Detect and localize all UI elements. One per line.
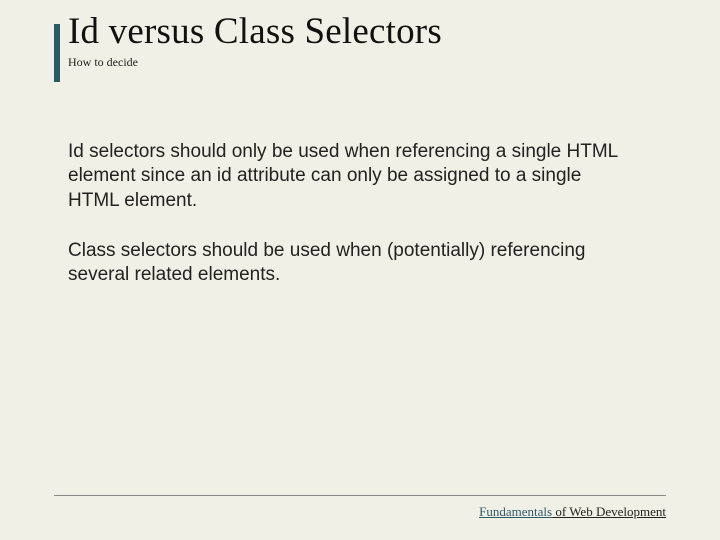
footer: Fundamentals of Web Development [479, 504, 666, 520]
paragraph-2: Class selectors should be used when (pot… [68, 239, 628, 288]
footer-rest: of Web Development [552, 504, 666, 519]
footer-brand: Fundamentals [479, 504, 552, 519]
slide-title: Id versus Class Selectors [68, 10, 442, 53]
slide: Id versus Class Selectors How to decide … [0, 0, 720, 540]
slide-subtitle: How to decide [68, 55, 442, 70]
header: Id versus Class Selectors How to decide [68, 10, 442, 70]
accent-bar [54, 24, 60, 82]
footer-divider [54, 495, 666, 496]
paragraph-1: Id selectors should only be used when re… [68, 140, 628, 213]
body: Id selectors should only be used when re… [68, 140, 628, 314]
